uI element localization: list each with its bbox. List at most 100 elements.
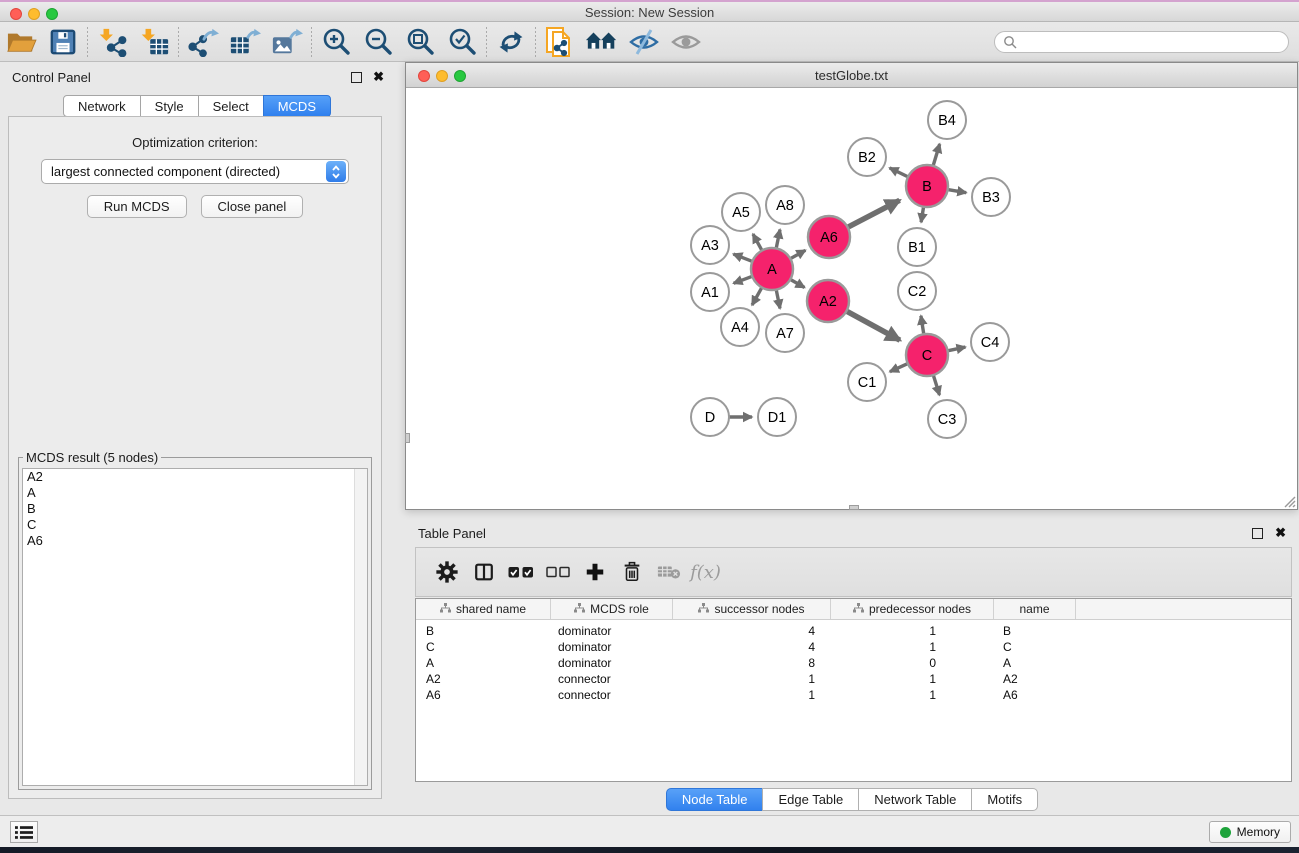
- column-header-shared-name[interactable]: shared name: [416, 599, 551, 619]
- import-network-icon[interactable]: [91, 25, 133, 59]
- table-row[interactable]: Cdominator41C: [416, 639, 1291, 655]
- table-cell[interactable]: 1: [831, 639, 994, 655]
- table-cell[interactable]: A2: [416, 671, 551, 687]
- table-cell[interactable]: connector: [551, 687, 673, 703]
- network-window-titlebar[interactable]: testGlobe.txt: [406, 63, 1297, 88]
- task-history-button[interactable]: [10, 821, 38, 843]
- edge-A-A2[interactable]: [790, 279, 804, 287]
- edge-A-A1[interactable]: [734, 276, 753, 283]
- network-canvas[interactable]: B4B2BB3A8A5A6A3B1AA1C2A2A4A7C4CC1C3DD1: [406, 88, 1297, 509]
- close-panel-icon[interactable]: ✖: [373, 70, 384, 84]
- close-panel-button[interactable]: Close panel: [201, 195, 304, 218]
- export-table-icon[interactable]: [224, 25, 266, 59]
- columns-icon[interactable]: [465, 554, 502, 590]
- edge-C-C4[interactable]: [948, 347, 966, 351]
- node-A4[interactable]: A4: [721, 308, 759, 346]
- edge-A-A7[interactable]: [776, 290, 780, 309]
- edge-A-A3[interactable]: [733, 254, 752, 261]
- window-edge-handle[interactable]: [405, 433, 410, 443]
- node-A[interactable]: A: [751, 248, 793, 290]
- table-cell[interactable]: 8: [673, 655, 831, 671]
- mcds-result-item[interactable]: A6: [23, 533, 367, 549]
- node-A5[interactable]: A5: [722, 193, 760, 231]
- table-cell[interactable]: dominator: [551, 639, 673, 655]
- node-B3[interactable]: B3: [972, 178, 1010, 216]
- hide-selected-icon[interactable]: [623, 25, 665, 59]
- export-network-icon[interactable]: [182, 25, 224, 59]
- tab-edge-table[interactable]: Edge Table: [762, 788, 859, 811]
- edge-A-A5[interactable]: [753, 234, 762, 251]
- table-cell[interactable]: dominator: [551, 623, 673, 639]
- table-cell[interactable]: A2: [994, 671, 1076, 687]
- table-row[interactable]: A2connector11A2: [416, 671, 1291, 687]
- node-A3[interactable]: A3: [691, 226, 729, 264]
- table-cell[interactable]: A: [994, 655, 1076, 671]
- table-cell[interactable]: 0: [831, 655, 994, 671]
- resize-grip-icon[interactable]: [1282, 494, 1296, 508]
- tab-network[interactable]: Network: [63, 95, 141, 117]
- edge-C-C2[interactable]: [921, 316, 924, 335]
- table-cell[interactable]: C: [416, 639, 551, 655]
- mcds-result-item[interactable]: A: [23, 485, 367, 501]
- edge-B-B2[interactable]: [890, 168, 909, 177]
- column-header-successor-nodes[interactable]: successor nodes: [673, 599, 831, 619]
- node-C2[interactable]: C2: [898, 272, 936, 310]
- node-C4[interactable]: C4: [971, 323, 1009, 361]
- table-cell[interactable]: 1: [831, 623, 994, 639]
- table-cell[interactable]: B: [416, 623, 551, 639]
- close-panel-icon[interactable]: ✖: [1275, 526, 1286, 540]
- table-cell[interactable]: C: [994, 639, 1076, 655]
- node-D1[interactable]: D1: [758, 398, 796, 436]
- edge-B-B1[interactable]: [921, 207, 924, 223]
- edge-C-C3[interactable]: [933, 375, 939, 395]
- node-B[interactable]: B: [906, 165, 948, 207]
- edge-A6-B[interactable]: [848, 200, 900, 227]
- mcds-result-item[interactable]: B: [23, 501, 367, 517]
- trash-icon[interactable]: [613, 554, 650, 590]
- table-cell[interactable]: 4: [673, 623, 831, 639]
- table-cell[interactable]: 4: [673, 639, 831, 655]
- memory-button[interactable]: Memory: [1209, 821, 1291, 843]
- edge-B-B3[interactable]: [948, 190, 967, 193]
- node-A1[interactable]: A1: [691, 273, 729, 311]
- node-B2[interactable]: B2: [848, 138, 886, 176]
- edge-C-C1[interactable]: [890, 364, 908, 372]
- node-B1[interactable]: B1: [898, 228, 936, 266]
- float-panel-icon[interactable]: [1252, 528, 1263, 539]
- import-table-icon[interactable]: [133, 25, 175, 59]
- table-cell[interactable]: 1: [673, 687, 831, 703]
- run-mcds-button[interactable]: Run MCDS: [87, 195, 187, 218]
- scrollbar-track[interactable]: [354, 469, 367, 785]
- export-image-icon[interactable]: [266, 25, 308, 59]
- show-all-icon[interactable]: [665, 25, 707, 59]
- window-edge-handle[interactable]: [849, 505, 859, 510]
- edge-A-A4[interactable]: [752, 287, 762, 305]
- tab-mcds[interactable]: MCDS: [263, 95, 331, 117]
- table-cell[interactable]: 1: [831, 671, 994, 687]
- zoom-in-icon[interactable]: [315, 25, 357, 59]
- node-B4[interactable]: B4: [928, 101, 966, 139]
- table-row[interactable]: Adominator80A: [416, 655, 1291, 671]
- first-neighbors-icon[interactable]: [581, 25, 623, 59]
- table-cell[interactable]: connector: [551, 671, 673, 687]
- edge-B-B4[interactable]: [933, 144, 940, 166]
- table-cell[interactable]: A: [416, 655, 551, 671]
- node-C[interactable]: C: [906, 334, 948, 376]
- table-row[interactable]: A6connector11A6: [416, 687, 1291, 703]
- table-cell[interactable]: B: [994, 623, 1076, 639]
- zoom-selected-icon[interactable]: [441, 25, 483, 59]
- table-cell[interactable]: 1: [673, 671, 831, 687]
- search-input[interactable]: [1017, 35, 1288, 49]
- table-cell[interactable]: A6: [416, 687, 551, 703]
- tab-select[interactable]: Select: [198, 95, 264, 117]
- tab-network-table[interactable]: Network Table: [858, 788, 972, 811]
- edge-A-A6[interactable]: [790, 250, 805, 258]
- save-icon[interactable]: [42, 25, 84, 59]
- deselect-all-icon[interactable]: [539, 554, 576, 590]
- column-header-predecessor-nodes[interactable]: predecessor nodes: [831, 599, 994, 619]
- open-folder-icon[interactable]: [0, 25, 42, 59]
- table-row[interactable]: Bdominator41B: [416, 623, 1291, 639]
- tab-motifs[interactable]: Motifs: [971, 788, 1038, 811]
- search-field[interactable]: [994, 31, 1289, 53]
- edge-A2-C[interactable]: [846, 311, 900, 340]
